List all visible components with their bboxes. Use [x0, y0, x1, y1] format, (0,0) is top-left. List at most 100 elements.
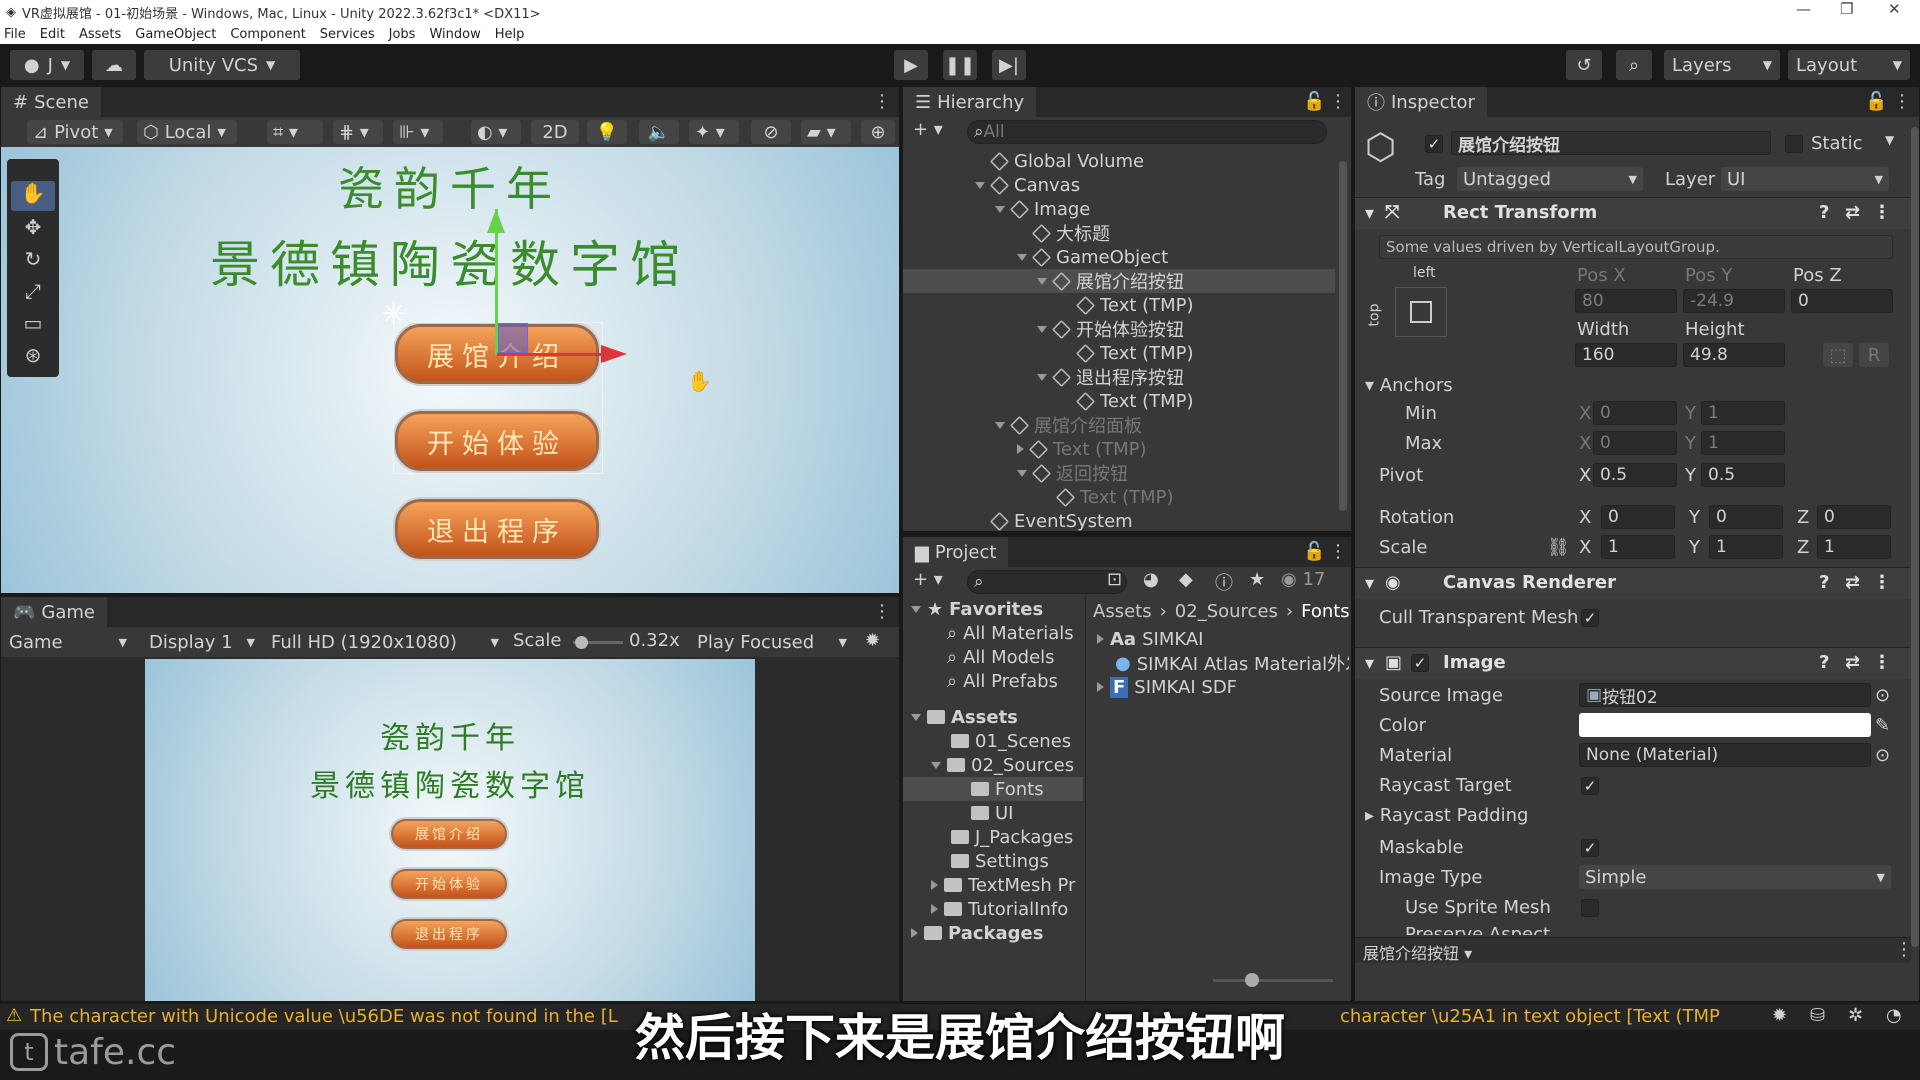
audio-icon[interactable]: 🔈 — [639, 120, 679, 144]
search-scope-icon[interactable]: ⊡ — [1107, 569, 1122, 590]
rotation-z-field[interactable]: 0 — [1817, 505, 1891, 529]
tree-item-text-tmp[interactable]: Text (TMP) — [1075, 293, 1194, 317]
help-icon[interactable]: ? — [1819, 652, 1829, 673]
folder-tutorialinfo[interactable]: TutorialInfo — [931, 897, 1068, 921]
file-simkai[interactable]: Aa SIMKAI — [1097, 627, 1203, 651]
menu-edit[interactable]: Edit — [40, 27, 65, 42]
transform-tool-icon[interactable]: ⊛ — [11, 343, 55, 371]
file-simkai-sdf[interactable]: F SIMKAI SDF — [1097, 675, 1237, 699]
lock-icon[interactable]: 🔓 — [1865, 91, 1887, 112]
expand-arrow-icon[interactable] — [1017, 469, 1027, 477]
foldout-arrow-icon[interactable]: ▾ — [1365, 653, 1374, 674]
game-button-intro[interactable]: 展馆介绍 — [391, 819, 507, 849]
color-swatch[interactable] — [1579, 713, 1871, 737]
account-dropdown[interactable]: ● J ▼ — [10, 50, 84, 80]
expand-arrow-icon[interactable] — [1037, 277, 1047, 285]
presets-icon[interactable]: ⇄ — [1845, 652, 1860, 673]
folder-02-sources[interactable]: 02_Sources — [931, 753, 1074, 777]
raw-edit-button[interactable]: R — [1859, 343, 1889, 367]
rect-transform-header[interactable]: ▾ ⤧ Rect Transform ? ⇄ ⋮ — [1355, 197, 1911, 229]
maximize-icon[interactable]: ❐ — [1840, 0, 1853, 18]
lock-icon[interactable]: 🔓 — [1303, 91, 1325, 112]
more-icon[interactable]: ⋮ — [1873, 202, 1891, 223]
gizmo-plane-handle[interactable] — [498, 323, 528, 353]
menu-file[interactable]: File — [4, 27, 26, 42]
tree-item-title[interactable]: 大标题 — [1031, 221, 1110, 245]
history-button[interactable]: ↺ — [1566, 50, 1602, 80]
object-name-field[interactable]: 展馆介绍按钮 — [1451, 131, 1771, 155]
visibility-icon[interactable]: ⊘ — [751, 120, 791, 144]
menu-assets[interactable]: Assets — [79, 27, 121, 42]
breadcrumb-02-sources[interactable]: 02_Sources — [1175, 601, 1278, 622]
help-icon[interactable]: ? — [1819, 202, 1829, 223]
menu-gameobject[interactable]: GameObject — [135, 27, 216, 42]
height-field[interactable]: 49.8 — [1683, 343, 1785, 367]
game-button-exit[interactable]: 退出程序 — [391, 919, 507, 949]
more-icon[interactable]: ⋮ — [873, 91, 891, 112]
active-checkbox[interactable]: ✓ — [1425, 135, 1443, 153]
tree-item-back-button[interactable]: 返回按钮 — [1017, 461, 1128, 485]
grid-snap-icon[interactable]: ⌗ ▾ — [267, 120, 323, 144]
anchor-preset-button[interactable] — [1395, 287, 1447, 337]
expand-arrow-icon[interactable] — [975, 181, 985, 189]
scale-tool-icon[interactable]: ⤢ — [11, 279, 55, 307]
lock-icon[interactable]: 🔓 — [1303, 541, 1325, 562]
image-enabled-checkbox[interactable]: ✓ — [1411, 654, 1429, 672]
presets-icon[interactable]: ⇄ — [1845, 202, 1860, 223]
local-dropdown[interactable]: ⬡ Local ▼ — [137, 120, 237, 144]
expand-arrow-icon[interactable] — [995, 421, 1005, 429]
scene-button-exit[interactable]: 退出程序 — [395, 499, 599, 559]
static-checkbox[interactable] — [1785, 135, 1803, 153]
expand-arrow-icon[interactable] — [1037, 373, 1047, 381]
scale-slider-handle[interactable] — [575, 636, 588, 649]
project-search-input[interactable]: ⌕ — [967, 570, 1127, 594]
tree-assets[interactable]: Assets — [911, 705, 1018, 729]
tab-game[interactable]: 🎮 Game — [1, 597, 108, 627]
expand-arrow-icon[interactable] — [911, 713, 921, 721]
pause-button[interactable]: ❚❚ — [943, 50, 977, 80]
move-gizmo-x-axis[interactable] — [497, 353, 601, 356]
hand-tool-icon[interactable]: ✋ — [11, 181, 55, 211]
folder-01-scenes[interactable]: 01_Scenes — [951, 729, 1071, 753]
fav-all-models[interactable]: ⌕ All Models — [947, 645, 1055, 669]
add-icon[interactable]: + ▾ — [913, 569, 943, 590]
play-button[interactable]: ▶ — [894, 50, 928, 80]
toggle-2d-button[interactable]: 2D — [531, 120, 579, 144]
anchor-min-y-field[interactable]: 1 — [1701, 401, 1785, 425]
scale-x-field[interactable]: 1 — [1601, 535, 1675, 559]
image-type-dropdown[interactable]: Simple ▼ — [1579, 865, 1891, 889]
posy-field[interactable]: -24.9 — [1683, 289, 1785, 313]
canvas-renderer-header[interactable]: ▾ ◉ Canvas Renderer ? ⇄ ⋮ — [1355, 567, 1911, 599]
fav-all-materials[interactable]: ⌕ All Materials — [947, 621, 1074, 645]
folder-fonts[interactable]: Fonts — [971, 777, 1044, 801]
anchor-min-x-field[interactable]: 0 — [1593, 401, 1677, 425]
tree-item-canvas[interactable]: Canvas — [975, 173, 1080, 197]
cull-transparent-checkbox[interactable]: ✓ — [1581, 609, 1599, 627]
tree-favorites[interactable]: ★ Favorites — [911, 597, 1043, 621]
folder-j-packages[interactable]: J_Packages — [951, 825, 1073, 849]
rotation-x-field[interactable]: 0 — [1601, 505, 1675, 529]
collapse-arrow-icon[interactable] — [1017, 444, 1024, 454]
increment-snap-icon[interactable]: ⋕ ▾ — [333, 120, 383, 144]
add-icon[interactable]: + ▾ — [913, 119, 943, 140]
camera-icon[interactable]: ▰ ▾ — [801, 120, 851, 144]
raycast-padding-foldout[interactable]: ▸ Raycast Padding — [1365, 805, 1528, 826]
tab-inspector[interactable]: ⓘ Inspector — [1355, 87, 1487, 117]
cloud-icon[interactable]: ☁ — [92, 50, 136, 80]
layer-dropdown[interactable]: UI ▼ — [1721, 167, 1889, 191]
preview-object-label[interactable]: 展馆介绍按钮 ▾ — [1363, 940, 1472, 964]
icon-size-slider-handle[interactable] — [1245, 973, 1259, 987]
constrain-proportions-icon[interactable]: ⛓ — [1547, 537, 1570, 558]
eyedropper-icon[interactable]: ✎ — [1875, 715, 1890, 736]
bug-icon[interactable]: ✹ — [865, 630, 880, 651]
scene-viewport[interactable]: 瓷韵千年 景德镇陶瓷数字馆 展馆介绍 开始体验 退出程序 ✳ ✋ — [1, 147, 899, 593]
tree-item-eventsystem[interactable]: EventSystem — [989, 509, 1133, 533]
tree-item-text-tmp[interactable]: Text (TMP) — [1055, 485, 1174, 509]
more-icon[interactable]: ⋮ — [1329, 91, 1347, 112]
layout-dropdown[interactable]: Layout ▼ — [1788, 50, 1910, 80]
menu-window[interactable]: Window — [429, 27, 480, 42]
hierarchy-scrollbar[interactable] — [1339, 161, 1347, 511]
anchors-foldout[interactable]: ▾ Anchors — [1365, 375, 1453, 396]
width-field[interactable]: 160 — [1575, 343, 1677, 367]
inspector-scrollbar[interactable] — [1911, 127, 1919, 947]
